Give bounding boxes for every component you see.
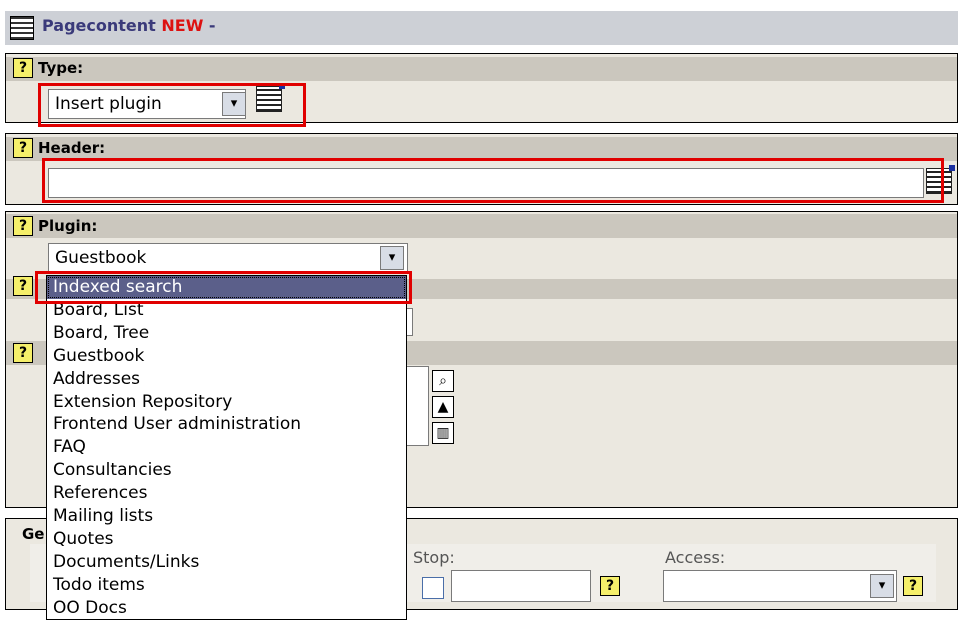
plugin-help-icon[interactable]: ? (13, 216, 33, 236)
access-label: Access: (665, 548, 726, 567)
header-help-icon[interactable]: ? (13, 138, 33, 158)
plugin-select-value: Guestbook (55, 248, 147, 268)
general-label: Ge (22, 525, 45, 543)
plugin-label-bar (6, 214, 957, 238)
hidden-field-help-icon-1[interactable]: ? (13, 276, 33, 296)
header-highlight-box (42, 158, 944, 203)
plugin-dropdown-item[interactable]: Guestbook (47, 345, 406, 368)
page-title-suffix: - (203, 16, 216, 35)
pagecontent-icon (10, 16, 34, 40)
plugin-dropdown-item[interactable]: References (47, 482, 406, 505)
plugin-dropdown-item[interactable]: FAQ (47, 436, 406, 459)
type-label: Type: (38, 59, 84, 77)
plugin-dropdown-item[interactable]: Todo items (47, 574, 406, 597)
hidden-list-edge (405, 366, 429, 446)
plugin-select[interactable]: Guestbook (48, 243, 408, 273)
folder-icon[interactable]: ⌕ (432, 370, 454, 392)
plugin-dropdown-item[interactable]: Consultancies (47, 459, 406, 482)
access-dropdown-arrow-icon[interactable]: ▾ (870, 574, 894, 598)
type-help-icon[interactable]: ? (13, 58, 33, 78)
plugin-dropdown-item[interactable]: Frontend User administration (47, 413, 406, 436)
access-select[interactable] (663, 570, 897, 602)
plugin-highlight-box (35, 271, 412, 304)
type-label-bar (6, 57, 957, 81)
plugin-label: Plugin: (38, 217, 98, 235)
trash-icon[interactable]: ▥ (432, 422, 454, 444)
hidden-field-help-icon-2[interactable]: ? (13, 343, 33, 363)
plugin-dropdown-item[interactable]: Quotes (47, 528, 406, 551)
plugin-dropdown-item[interactable]: Extension Repository (47, 391, 406, 414)
plugin-dropdown-item[interactable]: Addresses (47, 368, 406, 391)
header-label: Header: (38, 139, 106, 157)
plugin-dropdown-item[interactable]: Mailing lists (47, 505, 406, 528)
move-up-icon[interactable]: ▲ (432, 396, 454, 418)
stop-label: Stop: (413, 548, 455, 567)
page-title: Pagecontent NEW - (42, 16, 216, 35)
access-help-icon[interactable]: ? (903, 576, 923, 596)
plugin-dropdown-list[interactable]: Indexed search Board, List Board, Tree Gues… (46, 275, 407, 620)
page-title-new: NEW (161, 16, 204, 35)
type-highlight-box (38, 83, 306, 127)
page-title-prefix: Pagecontent (42, 16, 156, 35)
plugin-dropdown-item[interactable]: Board, Tree (47, 322, 406, 345)
stop-checkbox[interactable] (422, 577, 444, 599)
stop-input[interactable] (451, 570, 591, 602)
plugin-dropdown-arrow-icon[interactable]: ▾ (380, 246, 404, 270)
stop-help-icon[interactable]: ? (600, 576, 620, 596)
plugin-dropdown-item[interactable]: OO Docs (47, 597, 406, 619)
plugin-dropdown-item[interactable]: Documents/Links (47, 551, 406, 574)
